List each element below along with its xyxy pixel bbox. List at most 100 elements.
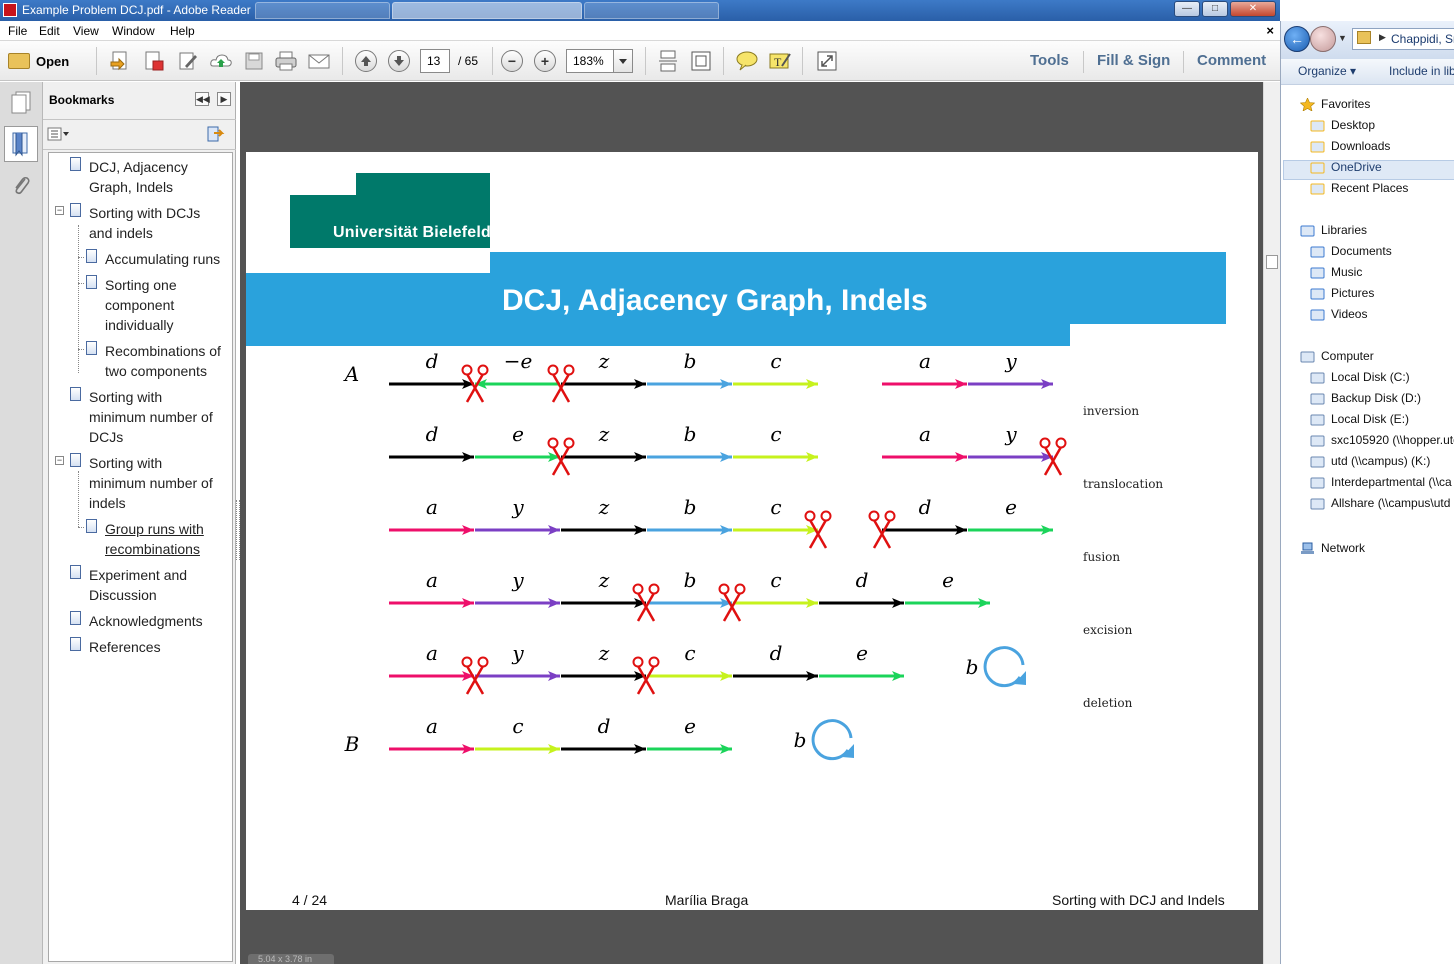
back-button[interactable]: ← [1284,26,1310,52]
circular-chromosome-icon [983,646,1026,688]
backup-disk-d-item[interactable]: Backup Disk (D:) [1331,391,1421,405]
utd-campus-k-item[interactable]: utd (\\campus) (K:) [1331,454,1430,468]
local-disk-e-item[interactable]: Local Disk (E:) [1331,412,1409,426]
gene-label: d [770,641,783,665]
full-screen-icon[interactable] [815,49,839,73]
videos-item[interactable]: Videos [1331,307,1367,321]
edit-pdf-icon[interactable] [176,49,200,73]
libraries-group[interactable]: Libraries [1321,223,1367,237]
options-menu-icon[interactable] [47,127,71,141]
page-thumbnails-icon[interactable] [10,90,32,114]
forward-button[interactable] [1310,26,1336,52]
collapse-toggle-icon[interactable]: − [55,206,64,215]
fit-page-icon[interactable] [689,49,713,73]
downloads-item[interactable]: Downloads [1331,139,1390,153]
bookmark-icon [70,565,81,579]
navigation-tree: Favorites Desktop Downloads OneDrive Recent … [1281,85,1454,964]
window-title: Example Problem DCJ.pdf - Adobe Reader [22,3,251,17]
highlight-text-icon[interactable]: T [768,49,792,73]
close-button[interactable]: ✕ [1230,1,1276,17]
next-page-button[interactable] [388,50,410,72]
organize-button[interactable]: Organize ▾ [1298,64,1356,78]
cloud-upload-icon[interactable] [209,49,233,73]
fill-sign-tab[interactable]: Fill & Sign [1097,52,1170,69]
comment-tab[interactable]: Comment [1197,52,1266,69]
computer-group[interactable]: Computer [1321,349,1374,363]
bookmark-sorting-one-component[interactable]: Sorting one component individually [105,275,177,335]
toolbar-separator [1083,51,1084,73]
explorer-window: ← ▼ ▶ Chappidi, Sr Organize ▾ Include in… [1280,21,1454,964]
zoom-input[interactable]: 183% [566,49,614,73]
save-icon[interactable] [242,49,266,73]
zoom-in-button[interactable]: + [534,50,556,72]
documents-item[interactable]: Documents [1331,244,1392,258]
tools-tab[interactable]: Tools [1030,52,1069,69]
gene-label: a [919,352,931,373]
zoom-out-button[interactable]: − [501,50,523,72]
bookmark-experiment[interactable]: Experiment and Discussion [89,565,187,605]
create-pdf-icon[interactable] [108,49,132,73]
pdf-page: Universität Bielefeld DCJ, Adjacency Gra… [246,152,1258,910]
collapse-toggle-icon[interactable]: − [55,456,64,465]
allshare-item[interactable]: Allshare (\\campus\utd [1331,496,1450,510]
page-number-input[interactable]: 13 [420,49,450,73]
vertical-scrollbar[interactable] [1263,82,1280,964]
document-view[interactable]: Universität Bielefeld DCJ, Adjacency Gra… [240,82,1280,964]
desktop-item[interactable]: Desktop [1331,118,1375,132]
hopper-drive-item[interactable]: sxc105920 (\\hopper.utd [1331,433,1454,447]
previous-page-button[interactable] [355,50,377,72]
bookmarks-panel-icon[interactable] [4,126,38,162]
documents-icon [1310,245,1325,258]
collapse-panel-icon[interactable]: ◀◀ [195,92,210,106]
bookmark-icon [70,203,81,217]
recent-places-item[interactable]: Recent Places [1331,181,1408,195]
expand-bookmark-icon[interactable] [205,125,225,143]
include-in-library-button[interactable]: Include in lib [1389,64,1454,78]
export-pdf-icon[interactable] [142,49,166,73]
favorites-group[interactable]: Favorites [1321,97,1370,111]
open-button[interactable]: Open [8,49,69,73]
bookmark-dcj-adjacency[interactable]: DCJ, Adjacency Graph, Indels [89,157,188,197]
bookmark-sorting-min-dcjs[interactable]: Sorting with minimum number of DCJs [89,387,213,447]
menu-view[interactable]: View [73,24,99,38]
attachments-icon[interactable] [10,174,32,198]
network-item[interactable]: Network [1321,541,1365,555]
gene-label: e [942,568,954,592]
scrolling-mode-icon[interactable] [656,49,680,73]
interdepartmental-item[interactable]: Interdepartmental (\\ca [1331,475,1452,489]
bookmark-sorting-dcjs-indels[interactable]: Sorting with DCJs and indels [89,203,200,243]
menu-file[interactable]: File [8,24,27,38]
onedrive-item[interactable]: OneDrive [1331,160,1382,174]
toolbar-separator [342,47,343,75]
gene-e-arrow [647,744,732,754]
bookmark-label: Acknowledgments [89,613,203,629]
music-item[interactable]: Music [1331,265,1362,279]
toolbar-separator [1183,51,1184,73]
email-icon[interactable] [307,49,331,73]
bookmark-group-runs[interactable]: Group runs with recombinations [105,519,204,559]
menu-help[interactable]: Help [170,24,195,38]
bookmark-accumulating-runs[interactable]: Accumulating runs [105,249,220,269]
local-disk-c-item[interactable]: Local Disk (C:) [1331,370,1410,384]
gene-label: y [1004,422,1017,446]
sticky-note-icon[interactable] [735,49,759,73]
recent-dropdown-icon[interactable]: ▼ [1338,33,1347,43]
tree-line [78,257,84,258]
menu-window[interactable]: Window [112,24,155,38]
gene-d-arrow [733,671,818,681]
zoom-dropdown-button[interactable] [613,49,633,73]
bookmark-references[interactable]: References [89,637,161,657]
panel-next-icon[interactable]: ▶ [217,92,231,106]
close-document-icon[interactable]: × [1266,23,1274,38]
bookmark-sorting-min-indels[interactable]: Sorting with minimum number of indels [89,453,213,513]
menu-edit[interactable]: Edit [39,24,60,38]
operation-label: deletion [1083,696,1133,710]
minimize-button[interactable]: — [1174,1,1200,17]
print-icon[interactable] [274,49,298,73]
bookmark-acknowledgments[interactable]: Acknowledgments [89,611,203,631]
scrollbar-thumb[interactable] [1266,255,1278,269]
pictures-item[interactable]: Pictures [1331,286,1374,300]
maximize-button[interactable]: □ [1202,1,1228,17]
address-bar[interactable]: ▶ Chappidi, Sr [1352,28,1454,50]
bookmark-recombinations[interactable]: Recombinations of two components [105,341,221,381]
